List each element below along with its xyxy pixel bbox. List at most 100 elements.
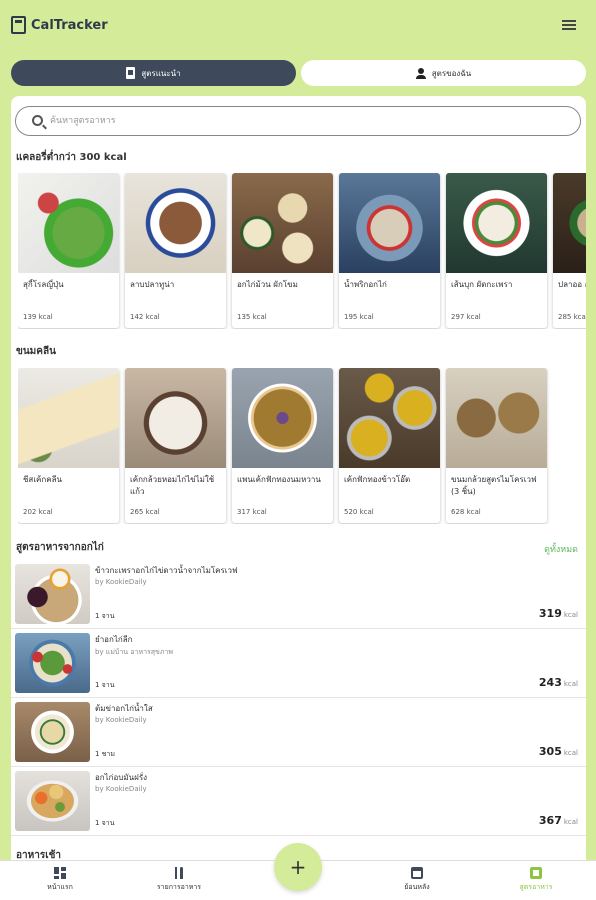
app-bar: CalTracker	[0, 0, 596, 52]
recipe-image	[15, 771, 90, 831]
recipe-image	[18, 173, 119, 273]
recipe-kcal: 628 kcal	[451, 508, 481, 516]
recipe-name: สุกี้โรลญี่ปุ่น	[23, 280, 64, 289]
recipe-image	[232, 368, 333, 468]
recipe-kcal: 139 kcal	[23, 313, 53, 321]
book-icon	[126, 67, 136, 79]
recipe-name: เค้กกล้วยหอมไก่ไข่ไม่ใช้แก้ว	[130, 475, 215, 496]
low-cal-carousel[interactable]: สุกี้โรลญี่ปุ่น 139 kcal ลาบปลาทูน่า 142…	[18, 173, 586, 329]
recipe-card[interactable]: เส้นบุก ผัดกะเพรา 297 kcal	[446, 173, 547, 328]
recipe-card[interactable]: ชีสเค้กคลีน 202 kcal	[18, 368, 119, 523]
recipe-image	[125, 368, 226, 468]
recipe-name: ขนมกล้วยสูตรไมโครเวฟ (3 ชิ้น)	[451, 475, 537, 496]
recipe-name: เส้นบุก ผัดกะเพรา	[451, 280, 513, 289]
recipe-name: อกไก่อบมันฝรั่ง	[95, 773, 148, 782]
recipe-author: by KookieDaily	[95, 785, 147, 793]
list-item[interactable]: ต้มข่าอกไก่น้ำใส by KookieDaily 1 ชาม 30…	[11, 699, 586, 767]
section-title-low-cal: แคลอรี่ต่ำกว่า 300 kcal	[16, 152, 127, 163]
recipe-card[interactable]: เค้กกล้วยหอมไก่ไข่ไม่ใช้แก้ว 265 kcal	[125, 368, 226, 523]
recipe-name: ปลาออ อบไมโครเ	[558, 280, 586, 289]
recipe-kcal: 319 kcal	[538, 607, 578, 620]
recipe-image	[446, 368, 547, 468]
main-content: แคลอรี่ต่ำกว่า 300 kcal สุกี้โรลญี่ปุ่น …	[11, 96, 586, 860]
dessert-carousel[interactable]: ชีสเค้กคลีน 202 kcal เค้กกล้วยหอมไก่ไข่ไ…	[18, 368, 586, 524]
recipe-icon	[530, 867, 542, 879]
recipe-kcal: 135 kcal	[237, 313, 267, 321]
person-icon	[415, 67, 426, 79]
add-button[interactable]: +	[274, 843, 322, 891]
recipe-image	[339, 368, 440, 468]
recipe-image	[15, 702, 90, 762]
recipe-name: อกไก่ม้วน ผักโขม	[237, 280, 298, 289]
tab-my-recipes-label: สูตรของฉัน	[431, 68, 472, 78]
search-bar	[15, 106, 581, 136]
recipe-card[interactable]: ขนมกล้วยสูตรไมโครเวฟ (3 ชิ้น) 628 kcal	[446, 368, 547, 523]
hamburger-menu-icon[interactable]	[562, 20, 576, 30]
recipe-kcal: 202 kcal	[23, 508, 53, 516]
recipe-card[interactable]: แพนเค้กฟักทองนมหวาน 317 kcal	[232, 368, 333, 523]
recipe-kcal: 285 kcal	[558, 313, 586, 321]
recipe-kcal: 142 kcal	[130, 313, 160, 321]
recipe-kcal: 520 kcal	[344, 508, 374, 516]
recipe-image	[15, 633, 90, 693]
nav-home-label: หน้าแรก	[47, 883, 73, 891]
section-title-breakfast: อาหารเช้า	[16, 850, 62, 860]
recipe-kcal: 265 kcal	[130, 508, 160, 516]
nav-food-list-label: รายการอาหาร	[156, 883, 202, 891]
tab-recommended[interactable]: สูตรแนะนำ	[11, 60, 296, 86]
recipe-image	[18, 368, 119, 468]
calculator-icon	[11, 16, 26, 34]
cutlery-icon	[173, 867, 185, 879]
recipe-author: by KookieDaily	[95, 716, 147, 724]
search-input[interactable]	[50, 113, 550, 129]
recipe-name: ลาบปลาทูน่า	[130, 280, 175, 289]
search-icon	[32, 115, 43, 126]
recipe-image	[553, 173, 586, 273]
recipe-name: ต้มข่าอกไก่น้ำใส	[95, 704, 153, 713]
recipe-image	[446, 173, 547, 273]
plus-icon: +	[289, 855, 307, 879]
recipe-card[interactable]: สุกี้โรลญี่ปุ่น 139 kcal	[18, 173, 119, 328]
recipe-serving: 1 ชาม	[95, 750, 115, 758]
recipe-serving: 1 จาน	[95, 612, 115, 620]
recipe-card[interactable]: ลาบปลาทูน่า 142 kcal	[125, 173, 226, 328]
recipe-kcal: 243 kcal	[538, 676, 578, 689]
recipe-name: เค้กฟักทองข้าวโอ๊ต	[344, 475, 411, 484]
recipe-image	[339, 173, 440, 273]
recipe-name: แพนเค้กฟักทองนมหวาน	[237, 475, 321, 484]
list-item[interactable]: ยำอกไก่ลีก by แม่บ้าน อาหารสุขภาพ 1 จาน …	[11, 630, 586, 698]
recipe-card[interactable]: น้ำพริกอกไก่ 195 kcal	[339, 173, 440, 328]
recipe-name: ชีสเค้กคลีน	[23, 475, 62, 484]
recipe-author: by แม่บ้าน อาหารสุขภาพ	[95, 648, 173, 656]
nav-history[interactable]: ย้อนหลัง	[372, 867, 462, 893]
nav-home[interactable]: หน้าแรก	[15, 867, 105, 893]
recipe-name: ยำอกไก่ลีก	[95, 635, 133, 644]
dashboard-icon	[54, 867, 66, 879]
recipe-serving: 1 จาน	[95, 819, 115, 827]
section-title-chicken: สูตรอาหารจากอกไก่	[16, 542, 104, 553]
recipe-kcal: 317 kcal	[237, 508, 267, 516]
tab-my-recipes[interactable]: สูตรของฉัน	[301, 60, 586, 86]
section-title-dessert: ขนมคลีน	[16, 346, 56, 357]
nav-history-label: ย้อนหลัง	[404, 883, 430, 891]
see-all-link[interactable]: ดูทั้งหมด	[544, 542, 578, 556]
app-title: CalTracker	[31, 18, 108, 33]
list-item[interactable]: อกไก่อบมันฝรั่ง by KookieDaily 1 จาน 367…	[11, 768, 586, 836]
recipe-kcal: 297 kcal	[451, 313, 481, 321]
nav-recipes[interactable]: สูตรอาหาร	[491, 867, 581, 893]
recipe-image	[125, 173, 226, 273]
list-item[interactable]: ข้าวกะเพราอกไก่ไข่ดาวน้ำจากไมโครเวฟ by K…	[11, 561, 586, 629]
recipe-name: น้ำพริกอกไก่	[344, 280, 387, 289]
recipe-serving: 1 จาน	[95, 681, 115, 689]
recipe-kcal: 305 kcal	[538, 745, 578, 758]
recipe-card[interactable]: อกไก่ม้วน ผักโขม 135 kcal	[232, 173, 333, 328]
nav-food-list[interactable]: รายการอาหาร	[134, 867, 224, 893]
nav-recipes-label: สูตรอาหาร	[519, 883, 553, 891]
recipe-card[interactable]: ปลาออ อบไมโครเ 285 kcal	[553, 173, 586, 328]
recipe-image	[232, 173, 333, 273]
recipe-kcal: 195 kcal	[344, 313, 374, 321]
recipe-card[interactable]: เค้กฟักทองข้าวโอ๊ต 520 kcal	[339, 368, 440, 523]
tab-recommended-label: สูตรแนะนำ	[141, 68, 181, 78]
calendar-icon	[411, 867, 423, 879]
recipe-image	[15, 564, 90, 624]
